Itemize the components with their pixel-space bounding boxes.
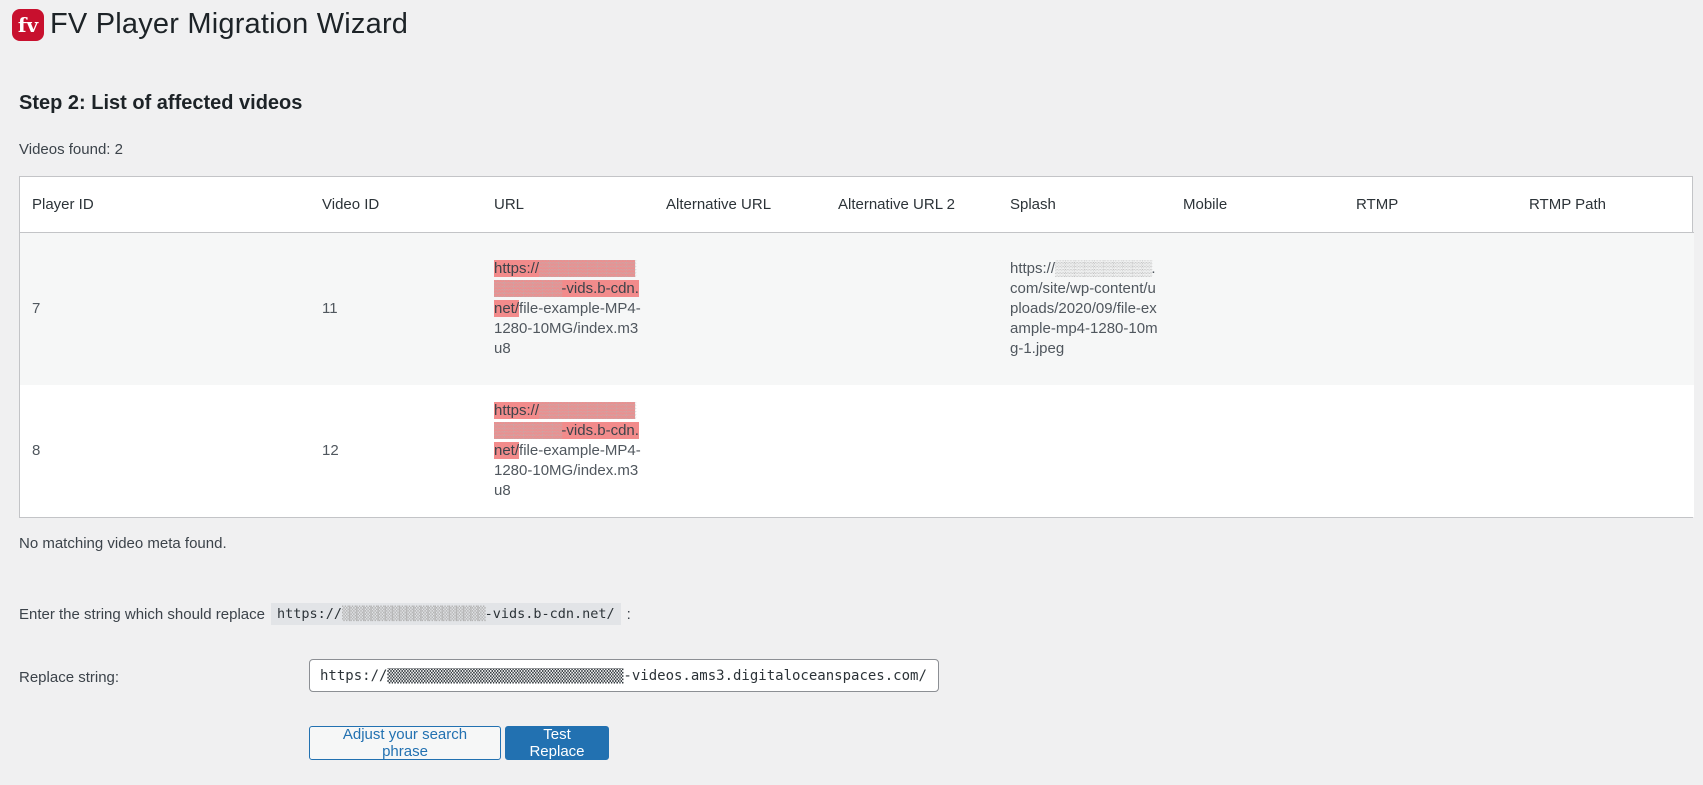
rtmp-path-cell (1517, 385, 1694, 517)
rtmp-cell (1344, 385, 1517, 517)
column-header-splash: Splash (998, 177, 1171, 233)
player-id-cell: 7 (20, 232, 310, 385)
replace-string-input[interactable] (309, 659, 939, 692)
column-header-alternative-url-2: Alternative URL 2 (826, 177, 998, 233)
replace-instructions: Enter the string which should replace ht… (19, 603, 631, 625)
splash-cell (998, 385, 1171, 517)
splash-prefix: https:// (1010, 260, 1056, 277)
page-header: fv FV Player Migration Wizard (12, 8, 408, 41)
mobile-cell (1171, 385, 1344, 517)
alternative-url-2-cell (826, 232, 998, 385)
table-row: 8 12 https://▒▒▒▒▒▒▒▒▒▒▒▒▒▒▒▒▒-vids.b-cd… (20, 385, 1694, 517)
url-prefix-text: https:// (494, 260, 540, 277)
url-cell: https://▒▒▒▒▒▒▒▒▒▒▒▒▒▒▒▒▒-vids.b-cdn.net… (482, 232, 654, 385)
column-header-rtmp-path: RTMP Path (1517, 177, 1694, 233)
column-header-player-id: Player ID (20, 177, 310, 233)
column-header-rtmp: RTMP (1344, 177, 1517, 233)
url-cell: https://▒▒▒▒▒▒▒▒▒▒▒▒▒▒▒▒▒-vids.b-cdn.net… (482, 385, 654, 517)
videos-found-count: Videos found: 2 (19, 141, 123, 158)
column-header-mobile: Mobile (1171, 177, 1344, 233)
table-row: 7 11 https://▒▒▒▒▒▒▒▒▒▒▒▒▒▒▒▒▒-vids.b-cd… (20, 232, 1694, 385)
player-id-cell: 8 (20, 385, 310, 517)
search-string-domain: -vids.b-cdn.net/ (484, 606, 615, 622)
url-prefix-text: https:// (494, 402, 540, 419)
video-meta-status: No matching video meta found. (19, 535, 227, 552)
video-id-cell: 11 (310, 232, 482, 385)
test-replace-button[interactable]: Test Replace (505, 726, 609, 760)
column-header-video-id: Video ID (310, 177, 482, 233)
step-title: Step 2: List of affected videos (19, 92, 303, 114)
video-id-cell: 12 (310, 385, 482, 517)
migration-wizard-page: fv FV Player Migration Wizard Step 2: Li… (0, 0, 1703, 785)
fv-player-logo-icon: fv (12, 8, 44, 41)
redacted-text: ▒▒▒▒▒▒▒▒▒▒▒▒▒▒▒▒▒▒▒▒ (342, 606, 486, 622)
alternative-url-cell (654, 232, 826, 385)
affected-videos-table: Player ID Video ID URL Alternative URL A… (19, 176, 1694, 518)
search-string-prefix: https:// (276, 606, 343, 622)
mobile-cell (1171, 232, 1344, 385)
alternative-url-2-cell (826, 385, 998, 517)
replace-instructions-text: Enter the string which should replace (19, 605, 265, 623)
redacted-text: ▒▒▒▒▒▒▒▒▒▒ (1055, 260, 1152, 277)
alternative-url-cell (654, 385, 826, 517)
replace-string-label: Replace string: (19, 669, 120, 686)
rtmp-cell (1344, 232, 1517, 385)
column-header-alternative-url: Alternative URL (654, 177, 826, 233)
table-header-row: Player ID Video ID URL Alternative URL A… (20, 177, 1694, 233)
colon: : (626, 605, 631, 623)
adjust-search-phrase-button[interactable]: Adjust your search phrase (309, 726, 501, 760)
column-header-url: URL (482, 177, 654, 233)
search-string-code: https://▒▒▒▒▒▒▒▒▒▒▒▒▒▒▒▒▒▒▒▒-vids.b-cdn.… (270, 603, 621, 625)
rtmp-path-cell (1517, 232, 1694, 385)
splash-cell: https://▒▒▒▒▒▒▒▒▒▒.com/site/wp-content/u… (998, 232, 1171, 385)
page-title: FV Player Migration Wizard (50, 8, 409, 40)
